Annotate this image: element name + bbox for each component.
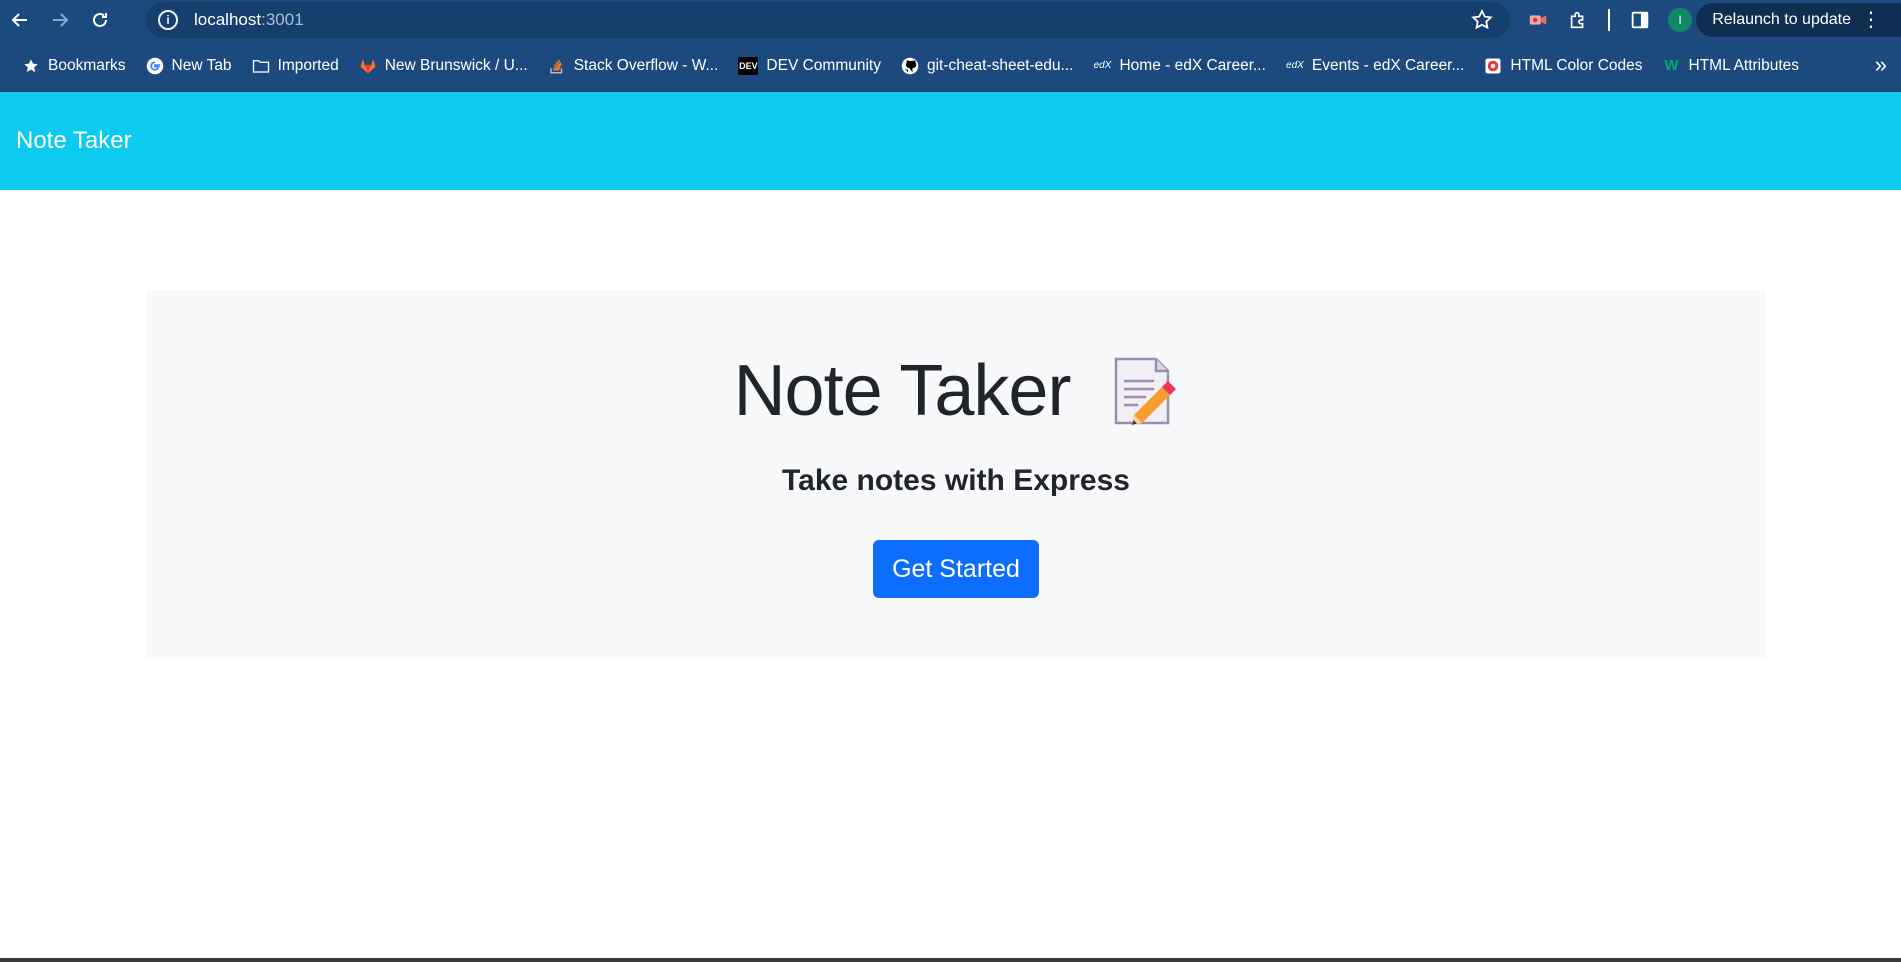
hero-title-text: Note Taker	[733, 351, 1072, 431]
extension-record-icon[interactable]	[1518, 0, 1558, 40]
hero-subtitle: Take notes with Express	[782, 464, 1130, 497]
bookmark-item[interactable]: edX Home - edX Career...	[1083, 50, 1275, 82]
extensions-puzzle-icon[interactable]	[1558, 0, 1598, 40]
extensions-area: I	[1518, 0, 1700, 40]
arrow-right-icon	[53, 13, 69, 27]
dev-icon: DEV	[738, 56, 759, 75]
arrow-left-icon	[11, 13, 27, 27]
star-icon	[22, 57, 40, 75]
site-navbar: Note Taker	[0, 92, 1901, 190]
bookmark-item[interactable]: Stack Overflow - W...	[538, 50, 729, 82]
bookmark-label: Home - edX Career...	[1119, 56, 1266, 74]
folder-icon	[252, 57, 270, 75]
forward-button[interactable]	[40, 0, 80, 40]
toolbar-divider	[1608, 9, 1610, 31]
bookmarks-bar: Bookmarks New Tab Imported New Brunswick…	[0, 40, 1901, 92]
bookmark-item[interactable]: HTML Color Codes	[1474, 50, 1652, 82]
memo-icon	[1115, 357, 1177, 425]
navbar-brand[interactable]: Note Taker	[16, 127, 132, 155]
relaunch-button[interactable]: Relaunch to update ⋮	[1696, 3, 1901, 37]
edx-icon: edX	[1093, 60, 1112, 71]
bookmark-item[interactable]: DEV DEV Community	[728, 50, 891, 82]
w-icon: W	[1664, 57, 1679, 74]
profile-button[interactable]: I	[1660, 0, 1700, 40]
address-bar[interactable]: i localhost:3001	[146, 2, 1510, 38]
avatar: I	[1668, 8, 1692, 32]
bookmark-label: Stack Overflow - W...	[573, 56, 719, 74]
bookmark-item[interactable]: W HTML Attributes	[1653, 50, 1810, 82]
bookmark-item[interactable]: edX Events - edX Career...	[1276, 50, 1475, 82]
url-port: :3001	[261, 10, 304, 29]
bookmark-star-icon[interactable]	[1470, 8, 1494, 32]
github-icon	[901, 57, 919, 75]
bookmark-label: HTML Attributes	[1688, 56, 1800, 74]
google-icon	[146, 57, 164, 75]
gitlab-icon	[359, 57, 377, 75]
url-host: localhost	[194, 10, 262, 29]
bookmark-item[interactable]: New Brunswick / U...	[349, 50, 538, 82]
reload-icon	[93, 12, 107, 27]
get-started-button[interactable]: Get Started	[873, 540, 1039, 598]
htmlcolor-icon	[1484, 57, 1502, 75]
bookmark-label: Bookmarks	[48, 56, 126, 74]
site-info-icon[interactable]: i	[158, 10, 178, 30]
bookmark-item[interactable]: Bookmarks	[12, 50, 136, 82]
stackoverflow-icon	[548, 57, 566, 75]
bookmark-label: Imported	[277, 56, 339, 74]
bookmark-label: HTML Color Codes	[1510, 56, 1643, 74]
edx-icon: edX	[1286, 60, 1304, 71]
more-menu-icon[interactable]: ⋮	[1861, 10, 1881, 30]
bookmark-label: git-cheat-sheet-edu...	[926, 56, 1074, 74]
bookmark-label: DEV Community	[766, 56, 881, 74]
reload-button[interactable]	[80, 0, 120, 40]
bookmark-item[interactable]: New Tab	[136, 50, 242, 82]
browser-toolbar: i localhost:3001 I Relaunch to update ⋮	[0, 0, 1901, 40]
bookmark-folder[interactable]: Imported	[242, 50, 349, 82]
hero-title: Note Taker	[146, 350, 1766, 432]
window-bottom-edge	[0, 958, 1901, 962]
chevron-double-right-icon[interactable]: »	[1875, 52, 1887, 78]
hero-section: Note Taker Take notes with Express Get S…	[146, 290, 1766, 659]
back-button[interactable]	[0, 0, 40, 40]
bookmark-label: New Tab	[171, 56, 232, 74]
bookmark-item[interactable]: git-cheat-sheet-edu...	[891, 50, 1083, 82]
bookmark-label: New Brunswick / U...	[384, 56, 528, 74]
relaunch-label: Relaunch to update	[1712, 11, 1851, 28]
bookmark-label: Events - edX Career...	[1311, 56, 1465, 74]
side-panel-icon[interactable]	[1620, 0, 1660, 40]
